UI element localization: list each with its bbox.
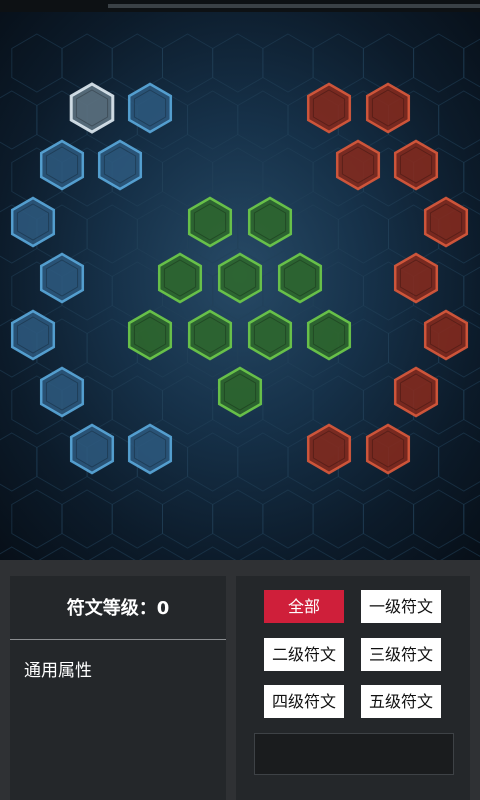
rune-slot-red[interactable] bbox=[306, 82, 352, 134]
grid-hex bbox=[86, 204, 138, 264]
grid-hex bbox=[0, 432, 38, 492]
grid-hex bbox=[239, 546, 287, 560]
grid-hex bbox=[312, 375, 364, 435]
rune-slot-green[interactable] bbox=[217, 366, 263, 418]
grid-hex bbox=[262, 375, 314, 435]
grid-hex bbox=[440, 546, 480, 560]
grid-hex bbox=[287, 204, 339, 264]
grid-hex bbox=[189, 546, 237, 560]
top-bar bbox=[0, 0, 480, 12]
rune-slot-blue[interactable] bbox=[10, 309, 56, 361]
grid-hex bbox=[289, 546, 337, 560]
rune-level-label: 符文等级：0 bbox=[66, 598, 170, 619]
grid-hex bbox=[38, 546, 86, 560]
grid-hex bbox=[212, 147, 264, 207]
rune-slot-blue[interactable] bbox=[127, 82, 173, 134]
grid-hex bbox=[312, 33, 364, 93]
rune-slot-blue[interactable] bbox=[69, 423, 115, 475]
rune-board-canvas bbox=[0, 33, 480, 560]
rune-slot-green[interactable] bbox=[127, 309, 173, 361]
grid-hex bbox=[390, 546, 438, 560]
grid-hex bbox=[413, 489, 465, 549]
rune-filter-panel: 全部 一级符文 二级符文 三级符文 四级符文 五级符文 bbox=[236, 576, 470, 800]
grid-hex bbox=[237, 90, 289, 150]
grid-hex bbox=[262, 33, 314, 93]
grid-hex bbox=[11, 489, 63, 549]
grid-hex bbox=[111, 261, 163, 321]
grid-hex bbox=[187, 432, 239, 492]
grid-hex bbox=[463, 152, 480, 202]
grid-hex bbox=[463, 266, 480, 316]
grid-hex bbox=[312, 489, 364, 549]
grid-hex bbox=[61, 489, 113, 549]
rune-slot-blue[interactable] bbox=[39, 139, 85, 191]
grid-hex bbox=[162, 375, 214, 435]
grid-hex bbox=[111, 33, 163, 93]
rune-slot-red[interactable] bbox=[393, 139, 439, 191]
filter-level-5-button[interactable]: 五级符文 bbox=[361, 685, 441, 718]
grid-hex bbox=[88, 546, 136, 560]
divider bbox=[10, 639, 226, 640]
rune-slot-red[interactable] bbox=[335, 139, 381, 191]
grid-hex bbox=[438, 432, 480, 492]
rune-slot-red[interactable] bbox=[393, 252, 439, 304]
rune-slot-green[interactable] bbox=[217, 252, 263, 304]
grid-hex bbox=[162, 33, 214, 93]
filter-level-1-button[interactable]: 一级符文 bbox=[361, 590, 441, 623]
rune-slot-red[interactable] bbox=[393, 366, 439, 418]
rune-slot-green[interactable] bbox=[306, 309, 352, 361]
grid-hex bbox=[237, 432, 289, 492]
grid-hex bbox=[463, 38, 480, 88]
grid-hex bbox=[362, 489, 415, 549]
filter-level-3-button[interactable]: 三级符文 bbox=[361, 638, 441, 671]
rune-slot-red[interactable] bbox=[365, 423, 411, 475]
rune-info-panel: 符文等级：0 通用属性 bbox=[10, 576, 226, 800]
rune-slot-red[interactable] bbox=[306, 423, 352, 475]
grid-hex bbox=[11, 33, 63, 93]
grid-hex bbox=[162, 489, 214, 549]
rune-detail-box bbox=[254, 733, 454, 775]
grid-hex bbox=[138, 546, 187, 560]
grid-hex bbox=[0, 90, 38, 150]
grid-hex bbox=[0, 546, 36, 560]
rune-board bbox=[0, 12, 480, 560]
rune-slot-green[interactable] bbox=[277, 252, 323, 304]
grid-hex bbox=[262, 489, 314, 549]
rune-slot-green[interactable] bbox=[247, 196, 293, 248]
grid-hex bbox=[339, 546, 387, 560]
rune-slot-blue[interactable] bbox=[97, 139, 143, 191]
rune-slot-green[interactable] bbox=[187, 196, 233, 248]
rune-slot-blue[interactable] bbox=[127, 423, 173, 475]
grid-hex bbox=[187, 90, 239, 150]
top-bar-line bbox=[108, 4, 480, 8]
grid-hex bbox=[162, 147, 214, 207]
grid-hex bbox=[413, 33, 465, 93]
grid-hex bbox=[111, 489, 163, 549]
general-attributes-label: 通用属性 bbox=[24, 661, 92, 681]
rune-slot-green[interactable] bbox=[187, 309, 233, 361]
grid-hex bbox=[438, 90, 480, 150]
grid-hex bbox=[212, 33, 264, 93]
grid-hex bbox=[337, 204, 389, 264]
rune-slot-red[interactable] bbox=[365, 82, 411, 134]
rune-slot-blue[interactable] bbox=[39, 366, 85, 418]
grid-hex bbox=[463, 494, 480, 544]
grid-hex bbox=[212, 489, 264, 549]
grid-hex bbox=[111, 375, 163, 435]
rune-slot-blue[interactable] bbox=[39, 252, 85, 304]
rune-slot-green[interactable] bbox=[157, 252, 203, 304]
grid-hex bbox=[61, 33, 113, 93]
filter-all-button[interactable]: 全部 bbox=[264, 590, 344, 623]
filter-level-4-button[interactable]: 四级符文 bbox=[264, 685, 344, 718]
rune-slot-red[interactable] bbox=[423, 309, 469, 361]
filter-level-2-button[interactable]: 二级符文 bbox=[264, 638, 344, 671]
grid-hex bbox=[463, 380, 480, 430]
rune-slot-blue[interactable] bbox=[10, 196, 56, 248]
rune-slot-green[interactable] bbox=[247, 309, 293, 361]
rune-slot-selected[interactable] bbox=[69, 82, 115, 134]
rune-slot-red[interactable] bbox=[423, 196, 469, 248]
